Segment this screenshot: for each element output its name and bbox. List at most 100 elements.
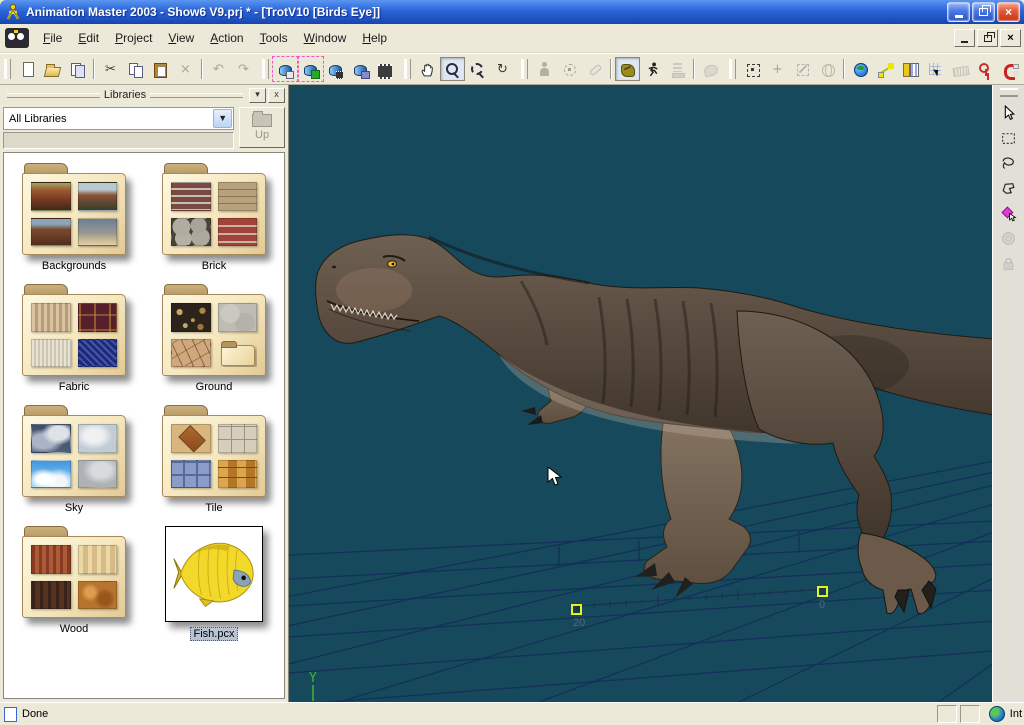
up-button[interactable]: Up	[239, 107, 285, 148]
cut-button[interactable]: ✂	[98, 57, 123, 81]
undo-button[interactable]: ↶	[206, 57, 231, 81]
folder-icon[interactable]	[22, 526, 126, 618]
render-to-file-button[interactable]	[323, 57, 348, 81]
menu-window[interactable]: Window	[296, 28, 355, 48]
library-item-backgrounds[interactable]: Backgrounds	[9, 163, 139, 272]
control-point-marker[interactable]	[817, 586, 828, 597]
control-point-marker[interactable]	[571, 604, 582, 615]
paint-mode-button[interactable]	[698, 57, 723, 81]
world-space-button[interactable]	[848, 57, 873, 81]
panel-pin-button[interactable]: ▾	[249, 88, 266, 103]
save-animation-button[interactable]	[348, 57, 373, 81]
mdi-minimize-button[interactable]	[954, 29, 975, 47]
lock-tool[interactable]	[996, 251, 1022, 276]
viewport-3d[interactable]: Y	[289, 85, 992, 702]
toolbar-grip[interactable]	[4, 59, 11, 79]
render-lock-button[interactable]	[298, 57, 323, 81]
menu-action[interactable]: Action	[202, 28, 251, 48]
force-keyframe-button[interactable]	[973, 57, 998, 81]
quick-render-button[interactable]	[373, 57, 398, 81]
render-preview-button[interactable]	[273, 57, 298, 81]
rotate-manipulator-button[interactable]	[815, 57, 840, 81]
close-button[interactable]: ×	[997, 2, 1020, 22]
subfolder-swatch	[218, 339, 258, 368]
bound-manipulator-button[interactable]	[740, 57, 765, 81]
earth-cracked-swatch	[171, 339, 211, 368]
snap-icon	[927, 61, 944, 78]
toolbar-grip[interactable]	[404, 59, 411, 79]
toolbar-separator	[93, 59, 95, 79]
key-panel-button[interactable]	[898, 57, 923, 81]
save-all-button[interactable]	[65, 57, 90, 81]
menu-view[interactable]: View	[160, 28, 202, 48]
folder-icon[interactable]	[22, 405, 126, 497]
library-item-fabric[interactable]: Fabric	[9, 284, 139, 393]
polygon-group-tool[interactable]	[996, 176, 1022, 201]
minimize-button[interactable]	[947, 2, 970, 22]
toolbar-grip[interactable]	[262, 59, 269, 79]
folder-icon[interactable]	[22, 163, 126, 255]
modeling-mode-button[interactable]	[557, 57, 582, 81]
library-item-tile[interactable]: Tile	[149, 405, 279, 514]
paste-button[interactable]	[148, 57, 173, 81]
project-icon[interactable]	[5, 28, 29, 48]
toolbar-grip[interactable]	[1000, 88, 1018, 97]
library-filter-dropdown[interactable]: All Libraries ▼	[3, 107, 234, 130]
group-tool[interactable]	[996, 226, 1022, 251]
menu-file[interactable]: File	[35, 28, 70, 48]
mdi-restore-button[interactable]	[977, 29, 998, 47]
menu-help[interactable]: Help	[354, 28, 395, 48]
delete-button[interactable]: ×	[173, 57, 198, 81]
library-item-ground[interactable]: Ground	[149, 284, 279, 393]
mdi-close-button[interactable]: ×	[1000, 29, 1021, 47]
libraries-panel-header[interactable]: Libraries ▾ x	[0, 85, 288, 105]
scale-manipulator-button[interactable]	[790, 57, 815, 81]
bones-mode-button[interactable]	[582, 57, 607, 81]
menu-tools[interactable]: Tools	[252, 28, 296, 48]
panel-close-button[interactable]: x	[268, 88, 285, 103]
move-view-button[interactable]	[415, 57, 440, 81]
render-toolbar	[260, 57, 398, 81]
muscle-mode-button[interactable]	[615, 57, 640, 81]
new-button[interactable]	[15, 57, 40, 81]
folder-icon[interactable]	[162, 284, 266, 376]
patch-select-tool[interactable]	[996, 201, 1022, 226]
open-button[interactable]	[40, 57, 65, 81]
menu-edit[interactable]: Edit	[70, 28, 107, 48]
action-mode-button[interactable]	[640, 57, 665, 81]
ruler-line-icon	[877, 61, 894, 78]
restore-button[interactable]	[972, 2, 995, 22]
library-item-wood[interactable]: Wood	[9, 526, 139, 641]
toolbar-grip[interactable]	[729, 59, 736, 79]
folder-icon[interactable]	[162, 163, 266, 255]
snap-to-grid-button[interactable]	[923, 57, 948, 81]
lasso-group-tool[interactable]	[996, 151, 1022, 176]
magnet-mode-button[interactable]	[998, 57, 1023, 81]
folder-icon[interactable]	[22, 284, 126, 376]
menu-project[interactable]: Project	[107, 28, 160, 48]
copy-button[interactable]	[123, 57, 148, 81]
library-item-fish-pcx[interactable]: Fish.pcx	[149, 526, 279, 641]
library-item-brick[interactable]: Brick	[149, 163, 279, 272]
image-thumbnail[interactable]	[165, 526, 263, 622]
photo-house-swatch	[31, 182, 71, 211]
trex-model[interactable]	[289, 85, 992, 702]
wood-burl-swatch	[78, 581, 118, 610]
sky-haze-swatch	[78, 424, 118, 453]
library-item-sky[interactable]: Sky	[9, 405, 139, 514]
turn-view-button[interactable]: ↻	[490, 57, 515, 81]
skeletal-mode-button[interactable]	[532, 57, 557, 81]
zoom-button[interactable]	[440, 57, 465, 81]
chevron-down-icon[interactable]: ▼	[213, 109, 232, 128]
redo-button[interactable]: ↷	[231, 57, 256, 81]
toolbar-grip[interactable]	[521, 59, 528, 79]
zoom-to-fit-button[interactable]	[465, 57, 490, 81]
standard-select-tool[interactable]	[996, 101, 1022, 126]
folder-icon[interactable]	[162, 405, 266, 497]
show-rulers-button[interactable]	[948, 57, 973, 81]
dynamics-mode-button[interactable]	[665, 57, 690, 81]
bound-group-tool[interactable]	[996, 126, 1022, 151]
show-bias-handles-button[interactable]	[873, 57, 898, 81]
title-bar: Animation Master 2003 - Show6 V9.prj * -…	[0, 0, 1024, 24]
translate-manipulator-button[interactable]: +	[765, 57, 790, 81]
